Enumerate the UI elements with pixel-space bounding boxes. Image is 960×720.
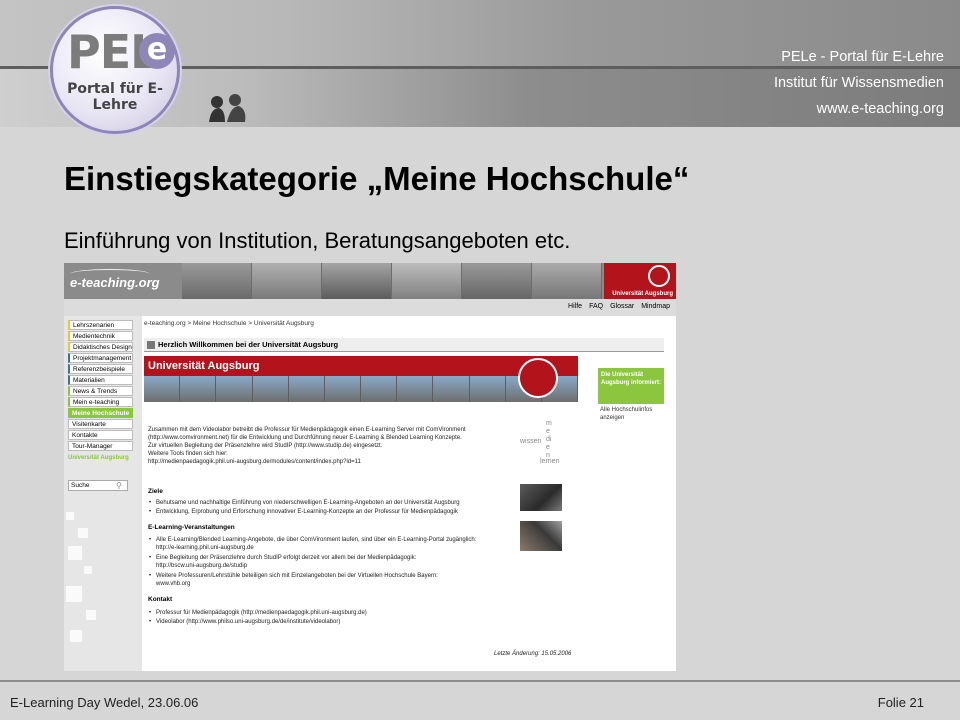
sidebar-item-lehrszenarien[interactable]: Lehrszenarien [68,320,133,330]
sidebar-item-materialien[interactable]: Materialien [68,375,133,385]
uni-seal-icon [648,265,670,287]
sidebar-item-mein-eteaching[interactable]: Mein e-teaching [68,397,133,407]
university-info-box: Die Universität Augsburg informiert: [598,368,664,404]
sidebar-decoration [64,506,104,666]
site-logo: e-teaching.org [70,275,160,290]
footer-divider [0,680,960,682]
welcome-bar: Herzlich Willkommen bei der Universität … [144,338,664,352]
breadcrumb[interactable]: e-teaching.org > Meine Hochschule > Univ… [144,320,314,327]
slide-title: Einstiegskategorie „Meine Hochschule“ [64,160,690,197]
intro-line-1: Zusammen mit dem Videolabor betreibt die… [148,427,466,433]
banner-university-name: Universität Augsburg [148,360,260,372]
site-header: e-teaching.org Universität Augsburg [64,263,676,299]
list-item[interactable]: Professur für Medienpädagogik (http://me… [149,609,536,617]
list-item: Entwicklung, Erprobung und Erforschung i… [149,508,536,516]
intro-line-3: Zur virtuellen Begleitung der Präsenzleh… [148,443,383,449]
list-item[interactable]: Videolabor (http://www.philso.uni-augsbu… [149,618,536,626]
list-item: Eine Begleitung der Präsenzlehre durch S… [149,554,536,562]
header-info: PELe - Portal für E-Lehre Institut für W… [774,44,944,122]
header-line-portal: PELe - Portal für E-Lehre [781,49,944,65]
footer-event: E-Learning Day Wedel, 23.06.06 [10,695,199,710]
sidebar-item-kontakte[interactable]: Kontakte [68,430,133,440]
logo-subtitle: Portal für E-Lehre [67,81,163,113]
sidebar-item-meine-hochschule[interactable]: Meine Hochschule [68,408,133,418]
slide-header: PELe - Portal für E-Lehre Institut für W… [0,0,960,134]
top-links: Hilfe FAQ Glossar Mindmap [568,303,670,310]
word-medien: medien [546,420,552,459]
welcome-bar-icon [147,341,155,349]
list-item: Alle E-Learning/Blended Learning-Angebot… [149,536,536,544]
footer-slide-number: Folie 21 [877,695,924,710]
banner-photo-strip [144,376,579,402]
sidebar-item-news-trends[interactable]: News & Trends [68,386,133,396]
section-heading-kontakt: Kontakt [148,596,173,603]
site-main-content: e-teaching.org > Meine Hochschule > Univ… [144,316,676,671]
university-banner: Universität Augsburg [144,356,579,402]
sidebar-item-projektmanagement[interactable]: Projektmanagement [68,353,133,363]
intro-line-2: (http://www.comvironment.net) für die En… [148,435,462,441]
header-photo-strip [182,263,602,299]
welcome-text: Herzlich Willkommen bei der Universität … [158,340,339,349]
sidebar-selected-university[interactable]: Universität Augsburg [68,454,134,462]
search-icon[interactable]: ⚲ [116,481,122,490]
section-heading-ziele: Ziele [148,488,163,495]
list-item: Weitere Professuren/Lehrstühle beteilige… [149,572,536,580]
pele-logo: PEL e Portal für E-Lehre [50,6,180,134]
sidebar-item-didaktisches-design[interactable]: Didaktisches Design [68,342,133,352]
all-university-info-link[interactable]: Alle Hochschulinfos anzeigen [600,406,666,422]
link-faq[interactable]: FAQ [589,303,603,310]
word-wissen: wissen [520,438,542,445]
wissen-medien-lernen-graphic: wissen medien lernen [520,420,576,484]
intro-link-tools[interactable]: http://medienpaedagogik.phil.uni-augsbur… [148,458,508,466]
link-mindmap[interactable]: Mindmap [641,303,670,310]
header-line-institute: Institut für Wissensmedien [773,75,944,91]
intro-line-4: Weitere Tools finden sich hier: [148,451,228,457]
classroom-photo [520,484,562,511]
sidebar-item-referenzbeispiele[interactable]: Referenzbeispiele [68,364,133,374]
site-nav-bar: Hilfe FAQ Glossar Mindmap [64,299,676,316]
word-lernen: lernen [540,458,560,465]
header-line-url: www.e-teaching.org [816,101,944,117]
laptop-photo [520,521,562,551]
logo-e-badge: e [139,33,175,69]
link-elearning-portal[interactable]: http://e-learning.phil.uni-augsburg.de [156,544,516,552]
sidebar-item-visitenkarte[interactable]: Visitenkarte [68,419,133,429]
list-item: Behutsame und nachhaltige Einführung von… [149,499,536,507]
slide-subtitle: Einführung von Institution, Beratungsang… [64,228,571,253]
link-studip[interactable]: http://bscw.uni-augsburg.de/studip [156,562,516,570]
uni-header-name: Universität Augsburg [612,291,673,297]
last-update: Letzte Änderung: 15.05.2006 [494,651,572,657]
sidebar-item-medientechnik[interactable]: Medientechnik [68,331,133,341]
link-hilfe[interactable]: Hilfe [568,303,582,310]
uni-header-block: Universität Augsburg [604,263,676,299]
website-screenshot: e-teaching.org Universität Augsburg Hilf… [64,263,676,671]
site-sidebar: Lehrszenarien Medientechnik Didaktisches… [64,316,142,671]
link-glossar[interactable]: Glossar [610,303,634,310]
section-heading-veranstaltungen: E-Learning-Veranstaltungen [148,524,235,531]
people-silhouette-icon [209,94,246,122]
university-seal-icon [518,358,558,398]
link-vhb[interactable]: www.vhb.org [156,580,516,588]
sidebar-item-tour-manager[interactable]: Tour-Manager [68,441,133,451]
